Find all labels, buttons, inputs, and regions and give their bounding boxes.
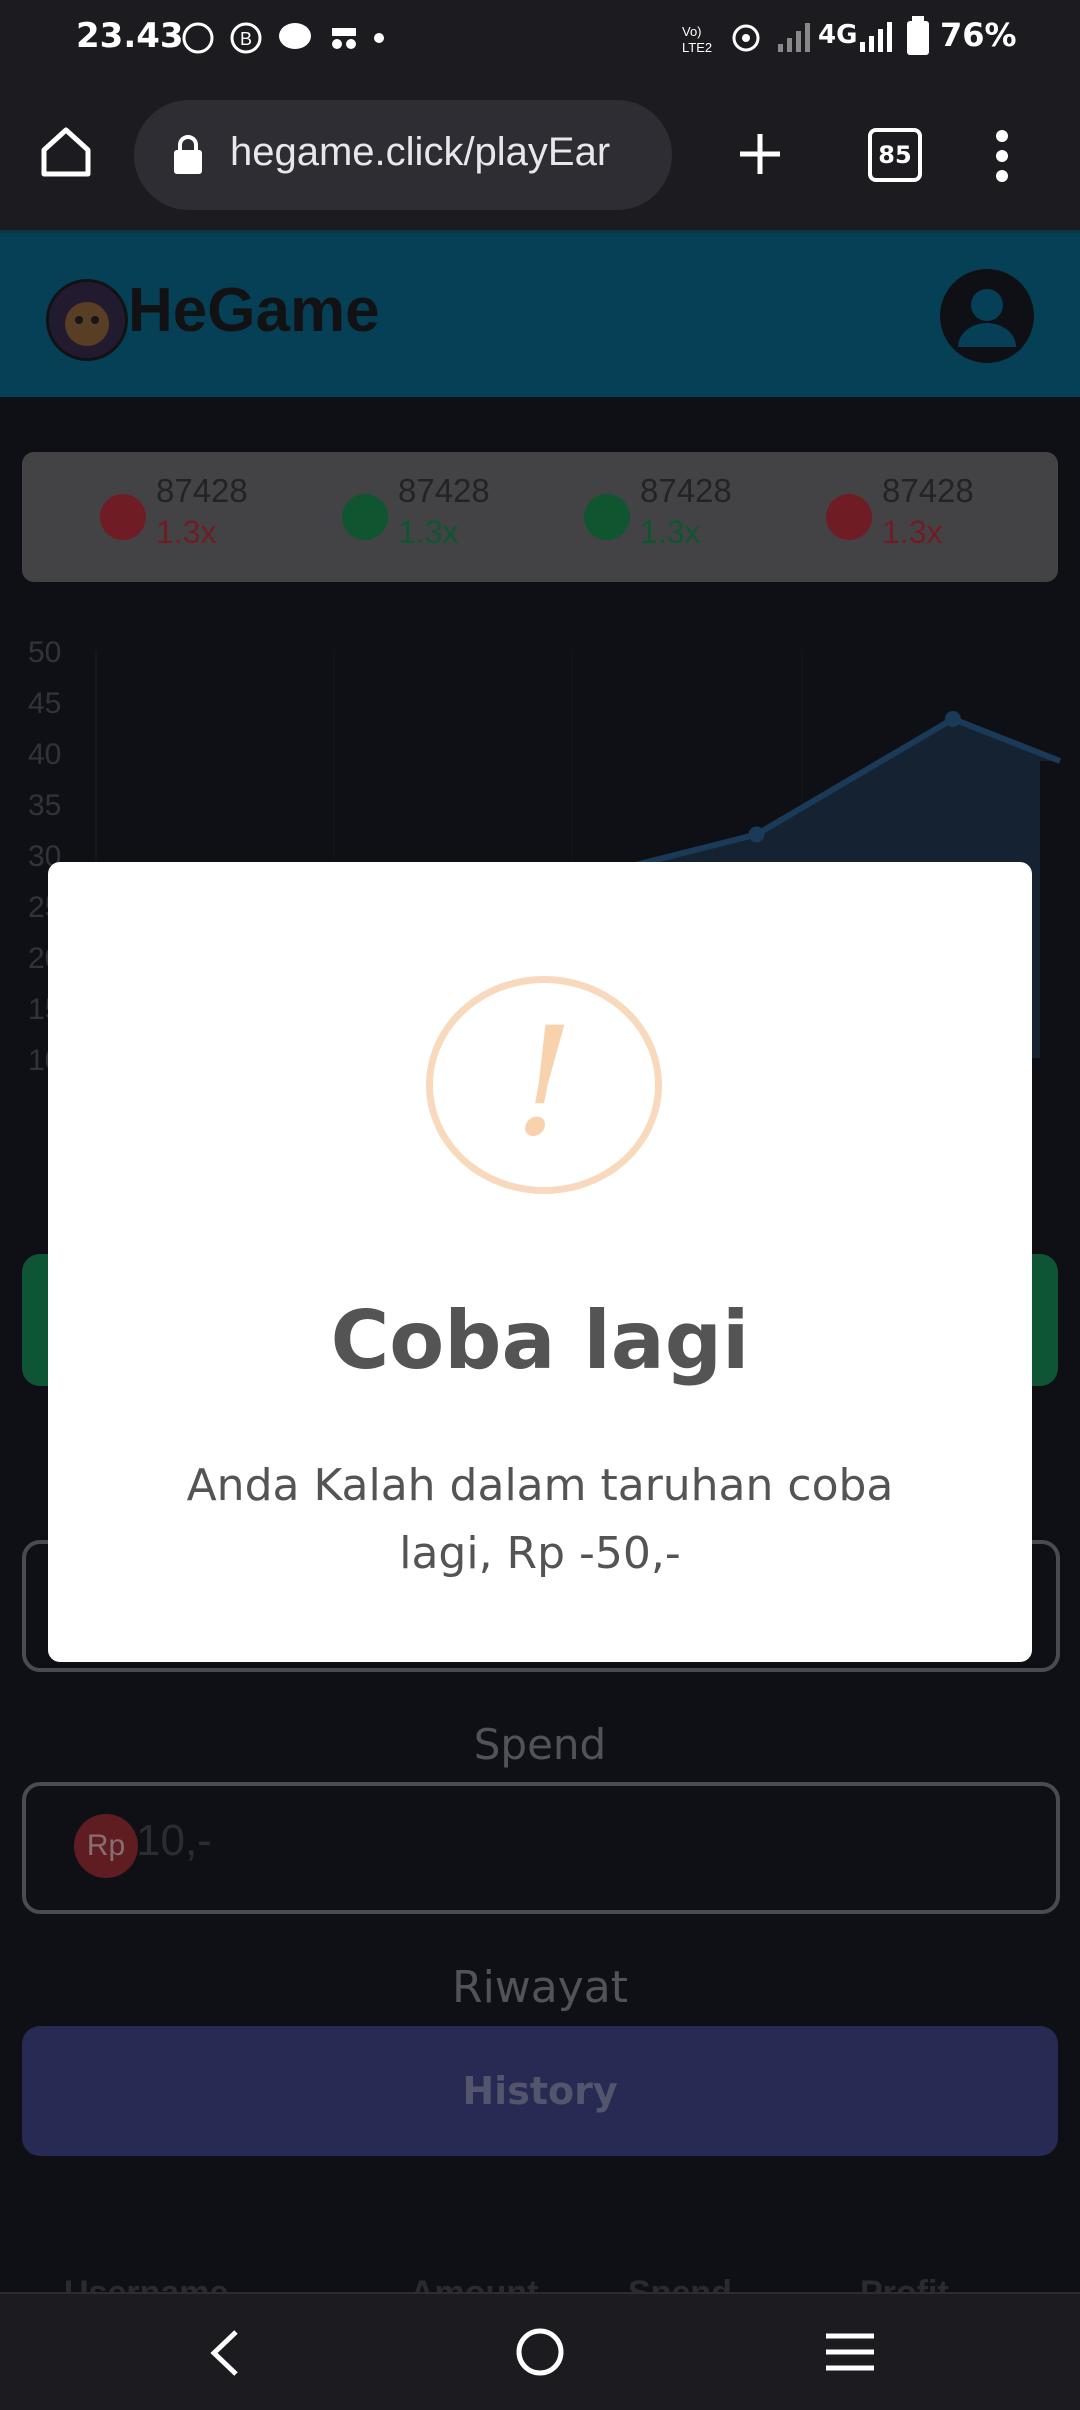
dialog-title: Coba lagi [330,1294,750,1387]
svg-text:B: B [240,29,252,49]
svg-text:Vo): Vo) [682,24,702,39]
system-nav-bar [0,2292,1080,2410]
result-dialog: ! Coba lagi Anda Kalah dalam taruhan cob… [48,862,1032,1662]
recent-apps-icon[interactable] [824,2330,876,2374]
new-tab-icon[interactable] [736,130,784,178]
message-icon [279,23,311,49]
battery-level: 76% [940,16,1017,54]
url-text: hegame.click/playEar [230,130,611,174]
tab-switcher-button[interactable]: 85 [868,128,922,182]
warning-icon: ! [426,976,662,1194]
status-bar: 23.43 B Vo) LTE2 4G 76% [0,0,1080,78]
home-nav-icon[interactable] [514,2326,566,2378]
menu-icon[interactable] [990,128,1014,184]
signal-icon [860,22,892,52]
home-icon[interactable] [38,124,94,180]
incognito-icon [332,28,356,49]
whatsapp-icon [182,22,214,54]
clock: 23.43 [76,16,184,56]
svg-text:LTE2: LTE2 [682,40,712,55]
dialog-message: Anda Kalah dalam taruhan coba lagi, Rp -… [186,1460,894,1579]
back-icon[interactable] [206,2328,242,2378]
battery-icon [907,16,929,55]
browser-toolbar: hegame.click/playEar 85 [0,78,1080,230]
lock-icon [174,135,202,174]
hotspot-icon [732,24,760,52]
volte-icon: Vo)LTE2 [682,24,712,55]
address-bar[interactable]: hegame.click/playEar [134,100,672,210]
warning-mark: ! [513,996,575,1170]
b-icon: B [230,22,262,54]
signal-weak-icon [778,23,810,52]
network-type: 4G [818,20,858,50]
more-notifications-dot [374,33,384,43]
